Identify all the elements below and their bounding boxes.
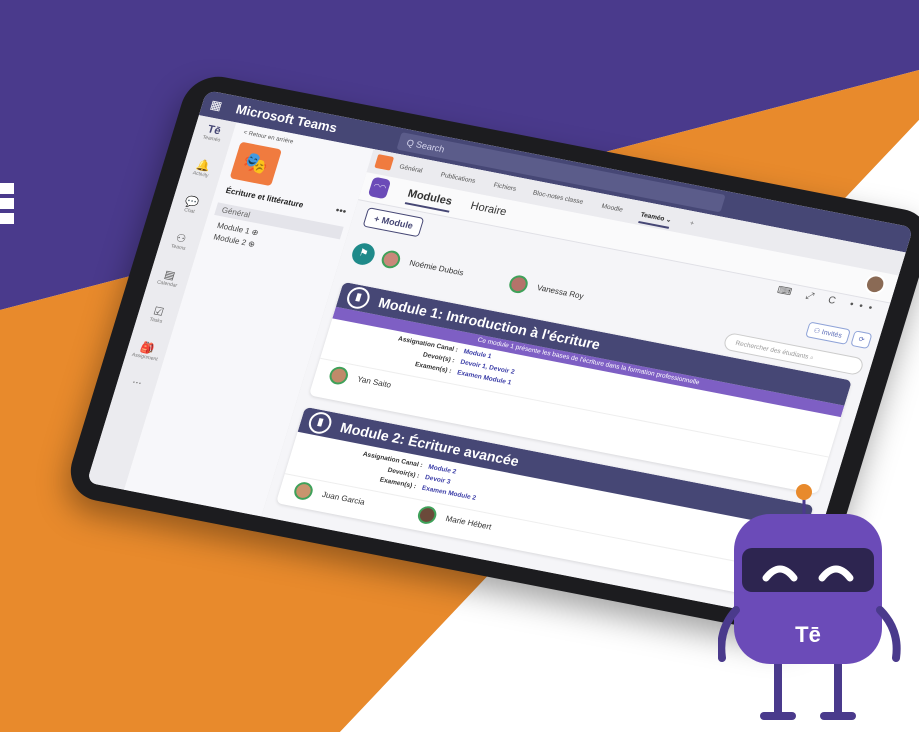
tab-moodle[interactable]: Moodle <box>601 203 624 214</box>
teacher-name: Noémie Dubois <box>408 258 465 278</box>
book-icon: ▮ <box>344 285 373 311</box>
rail-item-assignment[interactable]: 🎒 Assignment <box>125 338 168 364</box>
student-marie[interactable]: Marie Hébert <box>415 504 494 536</box>
tab-horaire[interactable]: Horaire <box>469 200 508 218</box>
tab-publications[interactable]: Publications <box>440 172 476 185</box>
rail-item-calendar[interactable]: ▤ Calendar <box>147 265 190 291</box>
teacher-vanessa[interactable]: Vanessa Roy <box>507 273 586 306</box>
invites-button[interactable]: ⚇ Invités <box>804 321 851 345</box>
teacher-noemie[interactable]: Noémie Dubois <box>379 249 465 282</box>
teameo-robot-icon: ◠◠ <box>367 176 392 200</box>
avatar <box>291 480 315 502</box>
avatar <box>327 365 351 386</box>
tab-general[interactable]: Général <box>398 163 423 174</box>
teacher-name: Vanessa Roy <box>535 283 585 301</box>
rail-item-tasks[interactable]: ☑ Tasks <box>136 302 179 328</box>
tab-fichiers[interactable]: Fichiers <box>493 182 517 193</box>
app-launcher-icon[interactable]: ▦ <box>209 97 224 113</box>
avatar <box>379 249 403 270</box>
student-name: Yan Saito <box>356 374 393 390</box>
refresh-button[interactable]: ⟳ <box>850 330 873 350</box>
mascot-logo: Tē <box>795 622 821 647</box>
team-logo-icon: 🎭 <box>229 141 282 187</box>
rail-item-teams[interactable]: ⚇ Teams <box>159 229 202 255</box>
channel-logo-icon <box>374 154 395 171</box>
tab-bloc-notes[interactable]: Bloc-notes classe <box>532 189 584 205</box>
avatar <box>415 504 439 526</box>
add-module-button[interactable]: + Module <box>362 207 425 238</box>
team-more-icon[interactable]: ••• <box>334 205 348 218</box>
student-name: Juan Garcia <box>320 489 366 507</box>
student-yan[interactable]: Yan Saito <box>327 365 393 394</box>
rail-item-activity[interactable]: 🔔 Activity <box>181 156 224 182</box>
rail-more-icon[interactable]: ... <box>117 371 158 390</box>
tab-modules[interactable]: Modules <box>404 187 454 213</box>
flag-icon: ⚑ <box>349 241 378 267</box>
student-juan[interactable]: Juan Garcia <box>291 480 367 512</box>
book-icon: ▮ <box>306 410 335 436</box>
student-name: Marie Hébert <box>444 513 493 532</box>
channel-general[interactable]: Général <box>214 202 344 240</box>
rail-item-teameo[interactable]: Tē Teaméo <box>192 121 235 146</box>
rail-item-chat[interactable]: 💬 Chat <box>170 192 213 218</box>
add-tab-button[interactable]: + <box>689 220 695 227</box>
user-avatar[interactable] <box>862 272 888 296</box>
teameo-robot-mascot: Tē <box>718 484 901 720</box>
avatar <box>507 273 530 295</box>
